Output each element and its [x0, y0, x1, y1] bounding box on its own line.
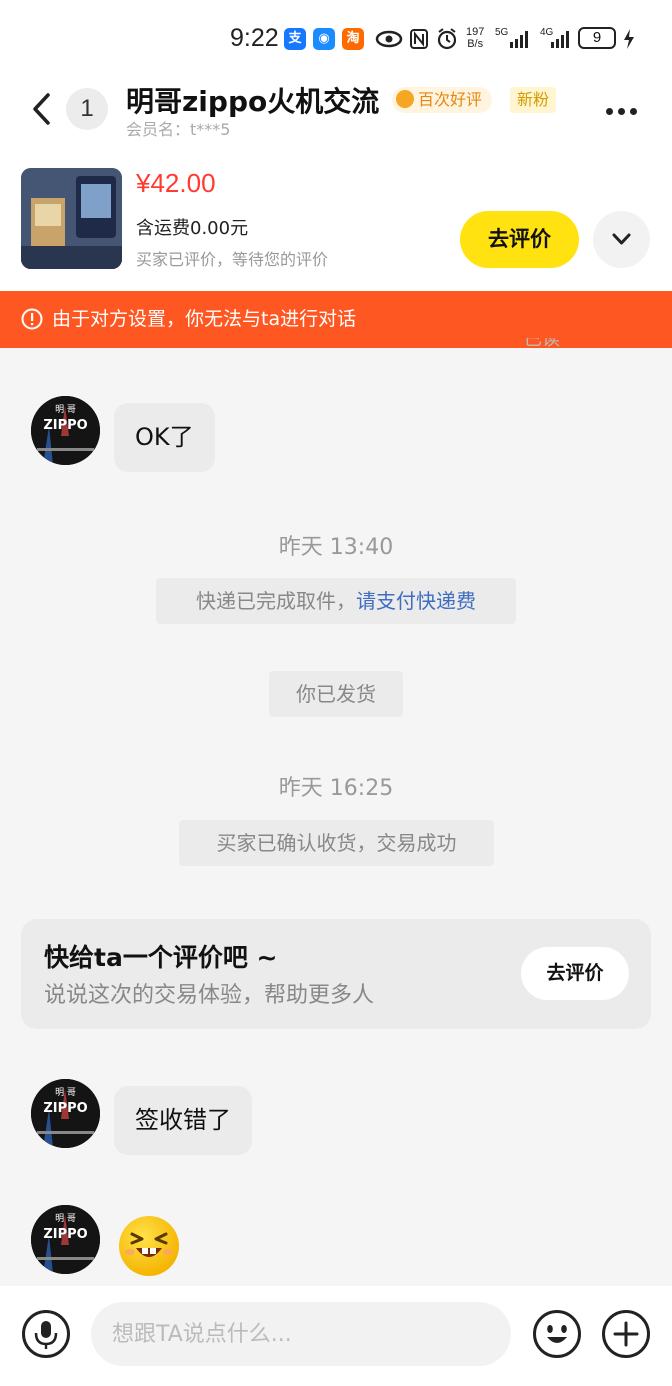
avatar-text-brand: ZIPPO	[43, 1227, 87, 1242]
microphone-icon[interactable]	[21, 1309, 71, 1359]
avatar[interactable]: 明 哥 ZIPPO	[31, 396, 100, 465]
clipped-read-status: 已读	[524, 338, 560, 350]
timestamp: 昨天 13:40	[278, 535, 394, 560]
review-prompt-subtitle: 说说这次的交易体验，帮助更多人	[44, 983, 375, 1008]
system-message-pickup: 快递已完成取件，请支付快递费	[156, 578, 516, 624]
product-image[interactable]	[21, 168, 122, 269]
battery-indicator: 9	[578, 27, 616, 49]
avatar[interactable]: 明 哥 ZIPPO	[31, 1079, 100, 1148]
member-name-label: 会员名：t***5	[126, 120, 231, 139]
new-fan-badge: 新粉	[510, 87, 557, 113]
timestamp: 昨天 16:25	[278, 776, 394, 801]
avatar-text-brand: ZIPPO	[43, 1101, 87, 1116]
pay-shipping-link[interactable]: 请支付快递费	[356, 589, 476, 613]
avatar-text-brand: ZIPPO	[43, 418, 87, 433]
message-input[interactable]	[91, 1302, 511, 1366]
alarm-icon	[437, 28, 457, 50]
system-message-shipped: 你已发货	[269, 671, 403, 717]
expand-button[interactable]	[593, 211, 650, 268]
laughing-emoji-icon[interactable]	[117, 1214, 181, 1278]
system-message-confirmed: 买家已确认收货，交易成功	[179, 820, 494, 866]
product-price: ¥42.00	[136, 168, 216, 198]
review-card-button[interactable]: 去评价	[521, 947, 629, 1000]
message-bubble[interactable]: 签收错了	[114, 1086, 252, 1155]
status-time: 9:22	[230, 24, 279, 52]
go-review-button[interactable]: 去评价	[460, 211, 579, 268]
eye-icon	[375, 30, 403, 48]
nfc-icon	[410, 29, 428, 49]
avatar-text-top: 明 哥	[55, 404, 76, 415]
avatar-text-top: 明 哥	[55, 1213, 76, 1224]
more-options-icon[interactable]	[606, 100, 646, 116]
shipping-fee: 含运费0.00元	[136, 218, 249, 239]
shop-name[interactable]: 明哥zippo火机交流	[126, 80, 379, 120]
message-bubble[interactable]: OK了	[114, 403, 215, 472]
unread-count-badge[interactable]: 1	[66, 88, 108, 130]
medal-icon	[396, 90, 414, 108]
avatar-text-top: 明 哥	[55, 1087, 76, 1098]
charging-icon	[624, 29, 634, 49]
order-status: 买家已评价，等待您的评价	[136, 250, 329, 269]
signal-5g-icon	[510, 31, 528, 48]
good-review-badge: 百次好评	[392, 87, 493, 113]
taobao-icon: 淘	[342, 28, 364, 50]
net-speed: 197 B/s	[466, 26, 485, 50]
qq-icon: ◉	[313, 28, 335, 50]
back-arrow-icon[interactable]	[28, 92, 58, 126]
alipay-icon: 支	[284, 28, 306, 50]
avatar[interactable]: 明 哥 ZIPPO	[31, 1205, 100, 1274]
plus-icon[interactable]	[601, 1309, 651, 1359]
signal-4g-icon	[551, 31, 569, 48]
blocked-banner: 由于对方设置，你无法与ta进行对话	[0, 291, 672, 348]
emoji-icon[interactable]	[532, 1309, 582, 1359]
review-prompt-title: 快给ta一个评价吧 ~	[44, 943, 278, 972]
chevron-down-icon	[612, 233, 631, 245]
warning-icon	[21, 308, 43, 330]
